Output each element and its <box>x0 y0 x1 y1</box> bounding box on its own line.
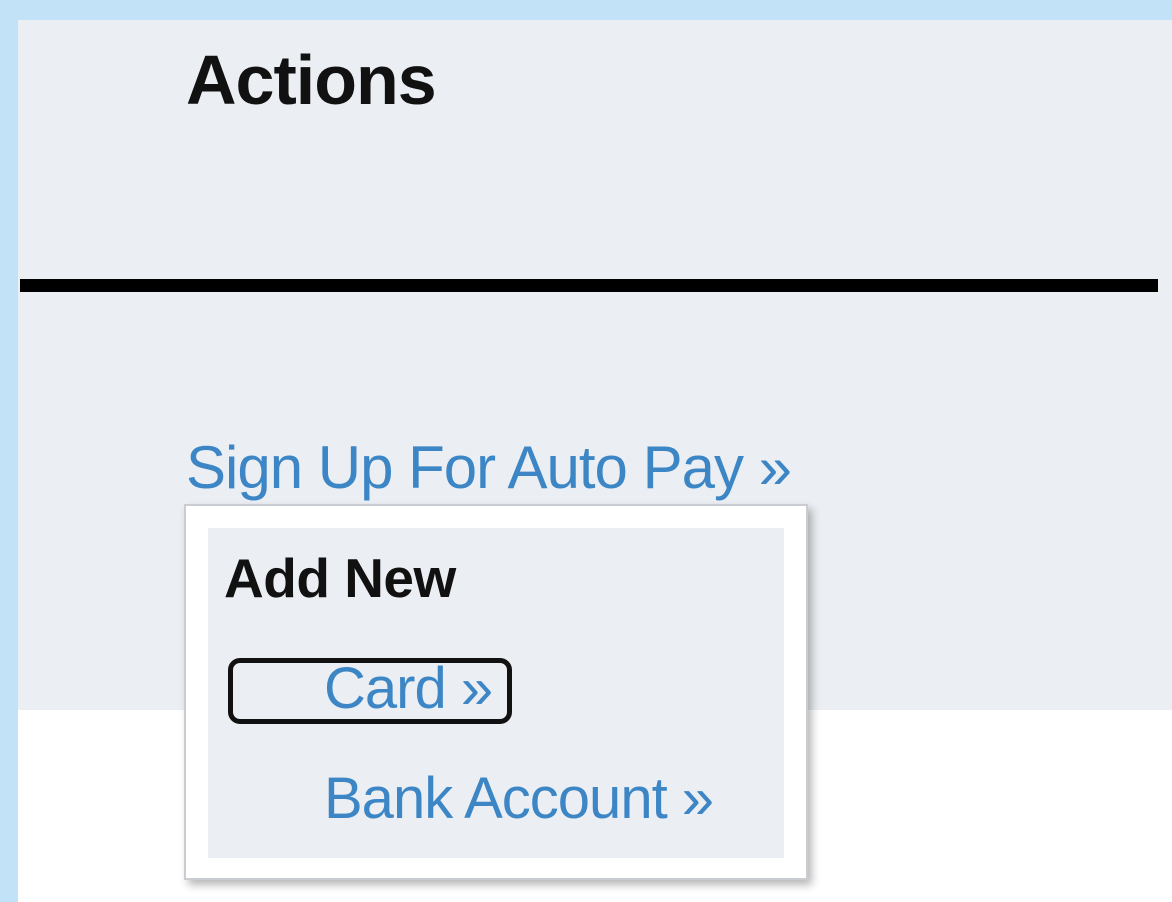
add-new-menu: Add New Card » Bank Account » <box>208 528 784 858</box>
add-bank-account-link[interactable]: Bank Account » <box>324 766 714 832</box>
actions-title: Actions <box>186 41 437 119</box>
page-content: Actions Sign Up For Auto Pay » Add New C… <box>18 20 1172 902</box>
sign-up-auto-pay-link[interactable]: Sign Up For Auto Pay » <box>186 432 792 504</box>
add-new-heading: Add New <box>224 547 456 609</box>
add-new-dropdown: Add New Card » Bank Account » <box>184 504 808 880</box>
add-card-link[interactable]: Card » <box>324 656 493 722</box>
section-divider <box>20 279 1158 292</box>
